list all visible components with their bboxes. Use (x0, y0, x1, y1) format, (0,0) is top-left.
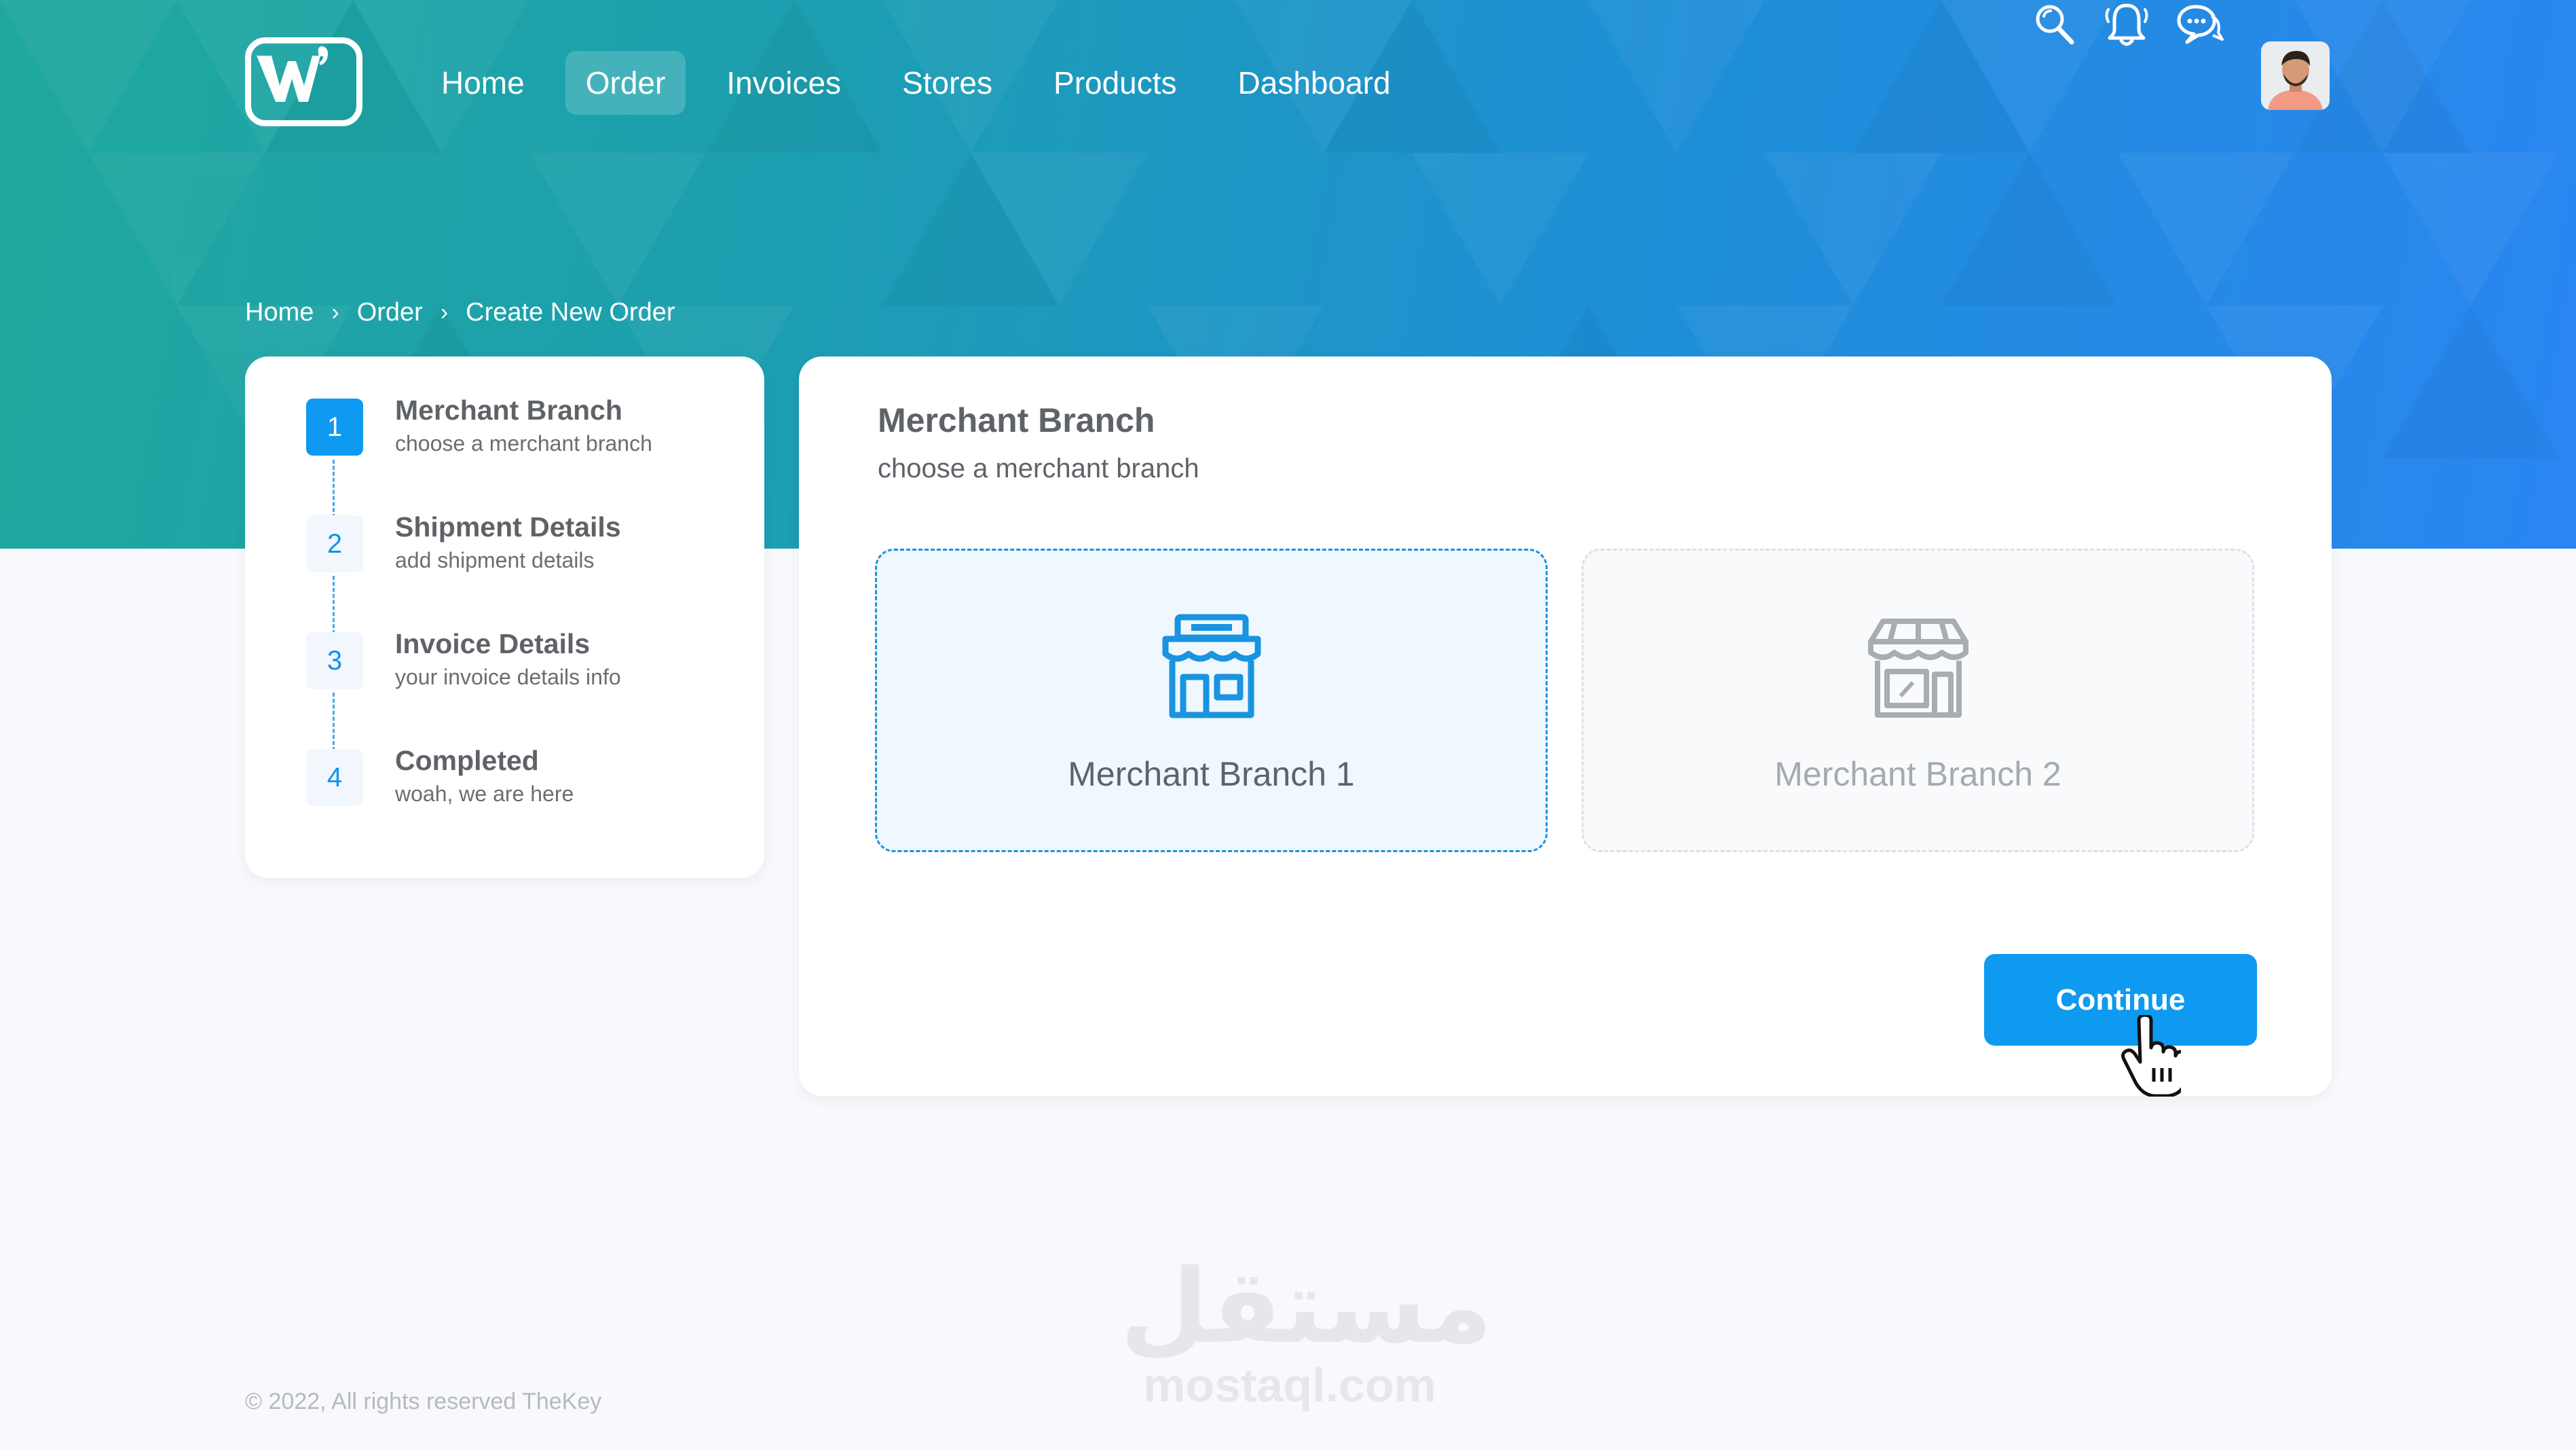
store-icon (1162, 614, 1261, 718)
footer-copyright: © 2022, All rights reserved TheKey (245, 1389, 602, 1414)
step-number: 2 (306, 515, 363, 572)
chat-icon[interactable] (2173, 0, 2224, 50)
main-nav: Home Order Invoices Stores Products Dash… (421, 51, 1432, 115)
step-shipment-details[interactable]: 2 Shipment Details add shipment details (306, 511, 741, 583)
search-icon[interactable] (2030, 0, 2080, 50)
storefront-icon (1867, 619, 1968, 718)
watermark-latin: mostaql.com (1143, 1359, 1436, 1412)
step-subtitle: your invoice details info (395, 665, 621, 689)
watermark-arabic: مستقل (1120, 1248, 1493, 1366)
step-title: Shipment Details (395, 511, 621, 543)
step-title: Invoice Details (395, 628, 591, 659)
breadcrumb-home[interactable]: Home (245, 298, 314, 327)
hand-cursor-icon (2121, 1015, 2181, 1097)
step-subtitle: woah, we are here (395, 782, 574, 806)
nav-item-stores[interactable]: Stores (882, 51, 1013, 115)
logo-w-icon (257, 46, 328, 102)
merchant-branch-card: Merchant Branch choose a merchant branch… (799, 356, 2332, 1096)
nav-item-dashboard[interactable]: Dashboard (1218, 51, 1411, 115)
nav-item-home[interactable]: Home (421, 51, 545, 115)
breadcrumb-separator: › (331, 299, 339, 325)
step-title: Merchant Branch (395, 395, 622, 426)
breadcrumb-current: Create New Order (466, 297, 675, 327)
section-title: Merchant Branch (878, 401, 1155, 439)
step-number: 1 (306, 399, 363, 456)
step-connector (333, 460, 335, 518)
bell-icon[interactable] (2102, 0, 2152, 50)
breadcrumb-separator: › (440, 299, 449, 325)
step-connector (333, 576, 335, 634)
branch-label: Merchant Branch 1 (1068, 755, 1355, 793)
branch-option-1[interactable]: Merchant Branch 1 (875, 549, 1548, 852)
breadcrumb: Home › Order › Create New Order (245, 292, 675, 333)
breadcrumb-order[interactable]: Order (357, 298, 423, 327)
step-invoice-details[interactable]: 3 Invoice Details your invoice details i… (306, 628, 741, 700)
step-subtitle: add shipment details (395, 548, 595, 572)
avatar-portrait-icon (2261, 41, 2330, 110)
step-number: 3 (306, 632, 363, 689)
app-logo[interactable] (245, 37, 362, 126)
step-subtitle: choose a merchant branch (395, 431, 652, 456)
step-title: Completed (395, 745, 539, 776)
steps-card: 1 Merchant Branch choose a merchant bran… (245, 356, 764, 878)
step-completed[interactable]: 4 Completed woah, we are here (306, 745, 741, 817)
watermark: مستقل mostaql.com (1120, 1248, 1493, 1412)
step-connector (333, 693, 335, 751)
step-number: 4 (306, 749, 363, 806)
section-subtitle: choose a merchant branch (878, 454, 1199, 483)
step-merchant-branch[interactable]: 1 Merchant Branch choose a merchant bran… (306, 395, 741, 466)
nav-item-invoices[interactable]: Invoices (706, 51, 861, 115)
nav-item-products[interactable]: Products (1033, 51, 1197, 115)
branch-option-2[interactable]: Merchant Branch 2 (1582, 549, 2254, 852)
branch-label: Merchant Branch 2 (1774, 755, 2061, 793)
nav-item-order[interactable]: Order (565, 51, 686, 115)
user-avatar[interactable] (2261, 41, 2330, 110)
